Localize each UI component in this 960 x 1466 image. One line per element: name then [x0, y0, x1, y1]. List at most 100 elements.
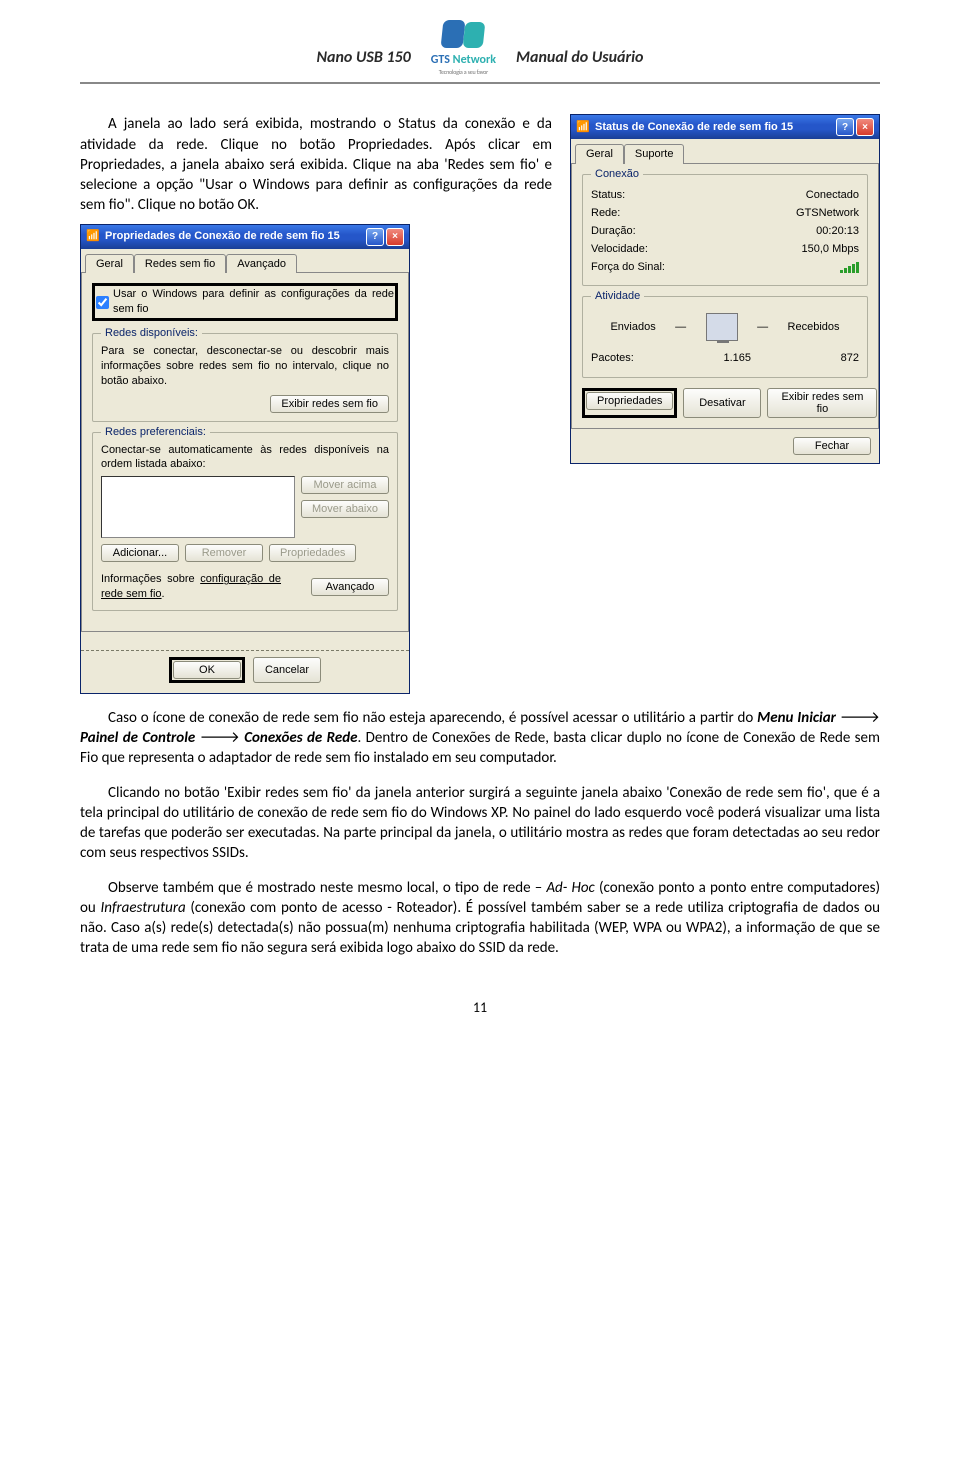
p4-adhoc: Ad- Hoc [546, 879, 594, 897]
group-connection: Conexão Status:Conectado Rede:GTSNetwork… [582, 174, 868, 286]
dash-icon: — [675, 320, 686, 335]
help-button-status[interactable]: ? [836, 118, 854, 136]
signal-icon: 📶 [576, 120, 590, 134]
value-duration: 00:20:13 [816, 224, 859, 239]
info-link-pre: Informações sobre [101, 573, 200, 585]
value-speed: 150,0 Mbps [802, 242, 859, 257]
paragraph-2: Caso o ícone de conexão de rede sem fio … [80, 708, 880, 769]
dialog-properties: 📶 Propriedades de Conexão de rede sem fi… [80, 224, 410, 694]
tabpanel-status: Conexão Status: Conectado Rede: GTSNetwork… [571, 163, 879, 429]
intro-text-block: A janela ao lado será exibida, mostrando… [80, 114, 552, 694]
group-preferred-networks: Redes preferenciais: Conectar-se automat… [92, 432, 398, 611]
button-add[interactable]: Adicionar... [101, 544, 179, 562]
checkbox-use-windows[interactable] [96, 296, 109, 309]
info-link-block: Informações sobre configuração de rede s… [101, 572, 281, 602]
document-header: Nano USB 150 GTS Network Tecnologia a se… [80, 20, 880, 76]
tab-wireless[interactable]: Redes sem fio [134, 254, 226, 274]
gts-logo-icon [442, 20, 484, 50]
button-props-net[interactable]: Propriedades [269, 544, 356, 562]
value-network: GTSNetwork [796, 206, 859, 221]
button-disable[interactable]: Desativar [683, 388, 761, 418]
button-move-up[interactable]: Mover acima [301, 476, 389, 494]
logo-block: GTS Network Tecnologia a seu favor [431, 20, 496, 76]
button-ok[interactable]: OK [173, 661, 241, 679]
highlight-ok: OK [169, 657, 245, 683]
header-rule [80, 82, 880, 84]
arrow-icon-1: 🡒 [836, 709, 880, 727]
info-link-post: . [162, 588, 165, 600]
tab-advanced[interactable]: Avançado [226, 254, 297, 274]
monitor-icon [706, 313, 738, 341]
button-show-networks-status[interactable]: Exibir redes sem fio [767, 388, 877, 418]
titlebar-properties[interactable]: 📶 Propriedades de Conexão de rede sem fi… [81, 225, 409, 249]
available-desc: Para se conectar, desconectar-se ou desc… [101, 344, 389, 389]
group-available-networks: Redes disponíveis: Para se conectar, des… [92, 333, 398, 422]
p2-menu-iniciar: Menu Iniciar [757, 709, 836, 727]
button-remove[interactable]: Remover [185, 544, 263, 562]
header-right: Manual do Usuário [516, 47, 643, 77]
button-move-down[interactable]: Mover abaixo [301, 500, 389, 518]
title-status: Status de Conexão de rede sem fio 15 [595, 120, 831, 135]
label-packets: Pacotes: [591, 351, 634, 366]
button-properties[interactable]: Propriedades [586, 392, 673, 410]
p2-conexoes: Conexões de Rede [244, 729, 357, 747]
label-speed: Velocidade: [591, 242, 648, 257]
label-sent: Enviados [610, 320, 655, 335]
value-packets-recv: 872 [841, 351, 859, 366]
header-left: Nano USB 150 [317, 47, 411, 77]
paragraph-4: Observe também que é mostrado neste mesm… [80, 878, 880, 959]
checkbox-use-windows-row[interactable]: Usar o Windows para definir as configura… [96, 287, 394, 317]
label-recv: Recebidos [788, 320, 840, 335]
checkbox-use-windows-label: Usar o Windows para definir as configura… [113, 287, 394, 317]
title-properties: Propriedades de Conexão de rede sem fio … [105, 229, 361, 244]
preferred-listbox[interactable] [101, 476, 295, 538]
button-show-networks[interactable]: Exibir redes sem fio [270, 395, 389, 413]
preferred-desc: Conectar-se automaticamente às redes dis… [101, 443, 389, 473]
p4c: (conexão com ponto de acesso - Roteador)… [80, 899, 880, 958]
close-button[interactable]: × [386, 228, 404, 246]
p2-painel: Painel de Controle [80, 729, 195, 747]
logo-sub: Network [453, 53, 496, 67]
intro-row: A janela ao lado será exibida, mostrando… [80, 114, 880, 694]
dialog-divider [81, 650, 409, 651]
highlight-checkbox: Usar o Windows para definir as configura… [92, 283, 398, 321]
value-status: Conectado [806, 188, 859, 203]
group-preferred-title: Redes preferenciais: [101, 425, 210, 440]
highlight-properties: Propriedades [582, 388, 677, 418]
p2a: Caso o ícone de conexão de rede sem fio … [108, 709, 757, 727]
tabs-status: Geral Suporte [571, 139, 879, 163]
button-cancel[interactable]: Cancelar [253, 657, 321, 683]
page-number: 11 [80, 999, 880, 1018]
button-advanced[interactable]: Avançado [311, 578, 389, 596]
label-status: Status: [591, 188, 625, 203]
logo-main: GTS [431, 53, 450, 67]
dialog-status: 📶 Status de Conexão de rede sem fio 15 ?… [570, 114, 880, 464]
group-activity: Atividade Enviados — — Recebidos Pacotes… [582, 296, 868, 378]
tabpanel-properties: Usar o Windows para definir as configura… [81, 272, 409, 632]
logo-text: GTS Network [431, 52, 496, 68]
dash-icon-2: — [757, 320, 768, 335]
intro-paragraph: A janela ao lado será exibida, mostrando… [80, 114, 552, 215]
button-close-status[interactable]: Fechar [793, 437, 871, 455]
p4a: Observe também que é mostrado neste mesm… [108, 879, 546, 897]
titlebar-status[interactable]: 📶 Status de Conexão de rede sem fio 15 ?… [571, 115, 879, 139]
tab-status-general[interactable]: Geral [575, 144, 624, 164]
arrow-icon-2: 🡒 [195, 729, 244, 747]
group-connection-title: Conexão [591, 167, 643, 182]
label-network: Rede: [591, 206, 620, 221]
close-button-status[interactable]: × [856, 118, 874, 136]
wireless-icon: 📶 [86, 230, 100, 244]
tabs-properties: Geral Redes sem fio Avançado [81, 249, 409, 273]
tab-status-support[interactable]: Suporte [624, 144, 685, 164]
group-available-title: Redes disponíveis: [101, 326, 202, 341]
label-duration: Duração: [591, 224, 636, 239]
signal-bars-icon [840, 261, 859, 273]
group-activity-title: Atividade [591, 289, 644, 304]
tab-general[interactable]: Geral [85, 254, 134, 274]
paragraph-3: Clicando no botão 'Exibir redes sem fio'… [80, 783, 880, 864]
label-signal: Força do Sinal: [591, 260, 665, 275]
logo-tagline: Tecnologia a seu favor [439, 68, 488, 76]
help-button[interactable]: ? [366, 228, 384, 246]
value-packets-sent: 1.165 [634, 351, 841, 366]
p4-infra: Infraestrutura [100, 899, 185, 917]
